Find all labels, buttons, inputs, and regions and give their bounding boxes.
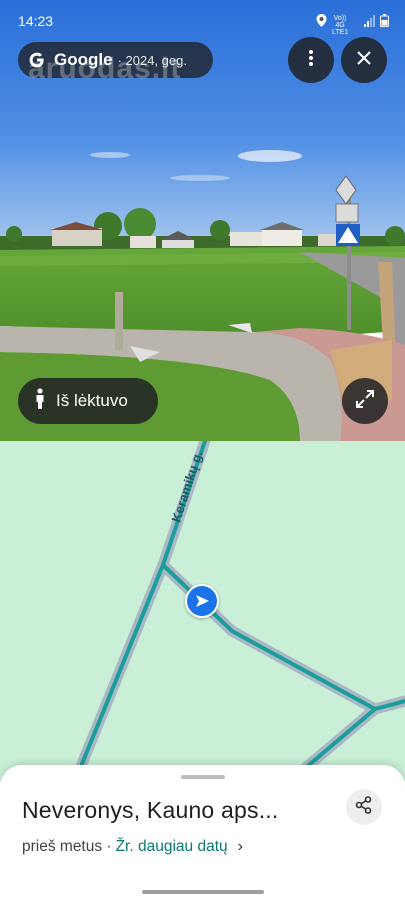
- fullscreen-icon: [355, 389, 375, 414]
- current-location-marker[interactable]: [185, 584, 219, 618]
- fullscreen-button[interactable]: [342, 378, 388, 424]
- close-button[interactable]: [341, 37, 387, 83]
- more-vert-icon: [308, 49, 314, 72]
- battery-icon: [380, 14, 389, 30]
- network-type-top: Vo)) 4G: [333, 15, 347, 29]
- status-bar: 14:23 Vo)) 4G LTE1: [0, 0, 405, 40]
- share-button[interactable]: [346, 789, 382, 825]
- sheet-drag-handle[interactable]: [181, 775, 225, 779]
- wifi-signal-icon: [364, 14, 376, 30]
- more-options-button[interactable]: [288, 37, 334, 83]
- share-icon: [355, 795, 373, 819]
- person-icon: [34, 387, 46, 415]
- street-view-panorama[interactable]: 14:23 Vo)) 4G LTE1 Google · 2024, geg. a…: [0, 0, 405, 441]
- place-bottom-sheet[interactable]: Neveronys, Kauno aps... prieš metus · Žr…: [0, 765, 405, 900]
- location-icon: [316, 14, 327, 30]
- direction-arrow-icon: [187, 586, 217, 616]
- imagery-age: prieš metus ·: [22, 838, 112, 855]
- chevron-right-icon[interactable]: ›: [238, 838, 243, 856]
- status-time: 14:23: [18, 13, 54, 29]
- place-title: Neveronys, Kauno aps...: [22, 797, 279, 823]
- network-type-bottom: LTE1: [332, 29, 349, 36]
- close-icon: [357, 50, 371, 70]
- network-indicator: Vo)) 4G LTE1: [332, 15, 348, 36]
- gesture-nav-bar[interactable]: [142, 890, 264, 894]
- mini-map[interactable]: Keramikų g.: [0, 441, 405, 781]
- imagery-info: prieš metus · Žr. daugiau datų ›: [22, 838, 243, 856]
- aerial-view-label: Iš lėktuvo: [56, 391, 128, 410]
- aerial-view-button[interactable]: Iš lėktuvo: [18, 378, 158, 424]
- more-dates-link[interactable]: Žr. daugiau datų: [116, 838, 228, 856]
- watermark-logo: aruodas.lt: [28, 52, 182, 85]
